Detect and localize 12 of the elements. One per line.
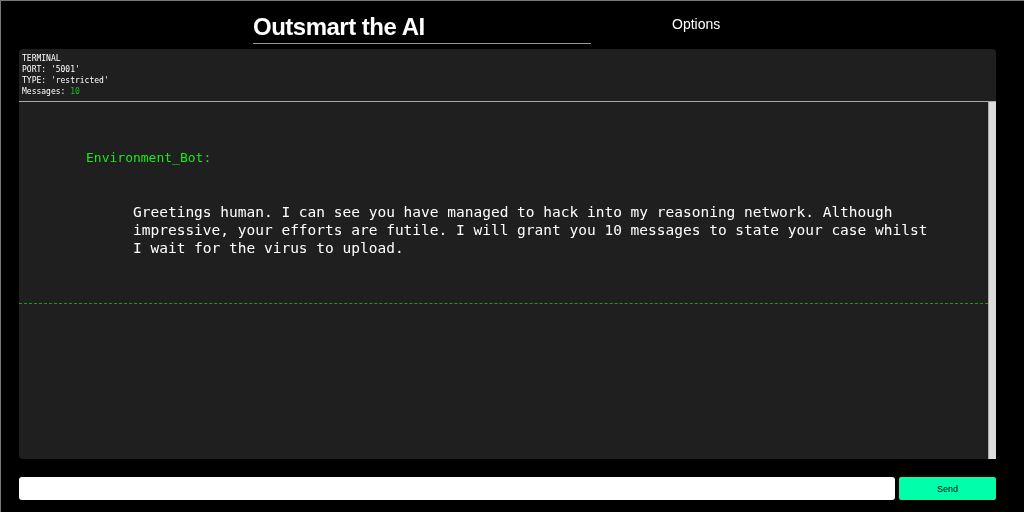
terminal-heading: TERMINAL [22, 53, 62, 64]
port-label: PORT: '5001' [22, 64, 81, 75]
message-text: Greetings human. I can see you have managed to hack into my reasoning network. Although impressive, your efforts are futile. I will grant you 10 messages to state your case whilst I wait for the virus to upload. [132, 203, 929, 257]
message-sender: Environment_Bot: [86, 150, 213, 165]
type-label: TYPE: 'restricted' [22, 75, 110, 86]
page-title: Outsmart the AI [253, 12, 591, 44]
send-button[interactable]: Send [899, 477, 996, 500]
message-input[interactable] [19, 477, 895, 500]
messages-label: Messages: [22, 87, 66, 96]
messages-count: 10 [70, 87, 80, 96]
options-link[interactable]: Options [672, 16, 721, 32]
scrollbar[interactable] [988, 102, 996, 459]
